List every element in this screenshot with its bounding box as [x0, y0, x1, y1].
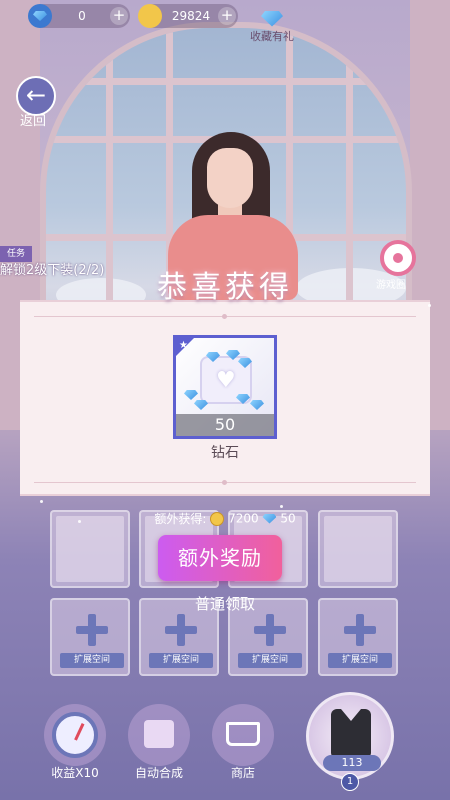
sparkle	[78, 520, 81, 523]
extra-coins: 7200	[228, 511, 259, 526]
auto-merge-button[interactable]	[128, 704, 190, 766]
extra-reward-button[interactable]: 额外奖励	[158, 535, 282, 581]
character-face	[207, 148, 253, 208]
item-name: 钻石	[211, 445, 239, 461]
coin-icon	[210, 511, 225, 526]
item-count: 50	[176, 414, 274, 436]
gauge-icon	[52, 712, 98, 758]
reward-item-card: ★ ♥ 50	[173, 335, 277, 439]
diamond-icon	[262, 513, 277, 524]
extra-rewards-line: 额外获得: 7200 50	[0, 510, 450, 527]
expand-space-label: 扩展空间	[328, 653, 392, 668]
expand-space-label: 扩展空间	[60, 653, 124, 668]
expand-space-label: 扩展空间	[238, 653, 302, 668]
crop-top-icon	[331, 709, 371, 757]
outfit-level-badge: 1	[341, 773, 359, 791]
star-icon: ★	[179, 340, 188, 351]
income-boost-button[interactable]	[44, 704, 106, 766]
extra-diamonds: 50	[280, 511, 296, 526]
diamond-counter: 0 +	[28, 4, 130, 28]
diamond-icon	[236, 394, 250, 404]
collect-label: 收藏有礼	[250, 30, 294, 43]
diamond-icon	[250, 400, 264, 410]
reward-title: 恭喜获得	[157, 270, 293, 305]
plus-icon	[76, 614, 108, 646]
income-boost-label: 收益X10	[51, 766, 99, 780]
diamond-value: 0	[78, 9, 86, 23]
sparkle	[280, 505, 283, 508]
window-frame	[46, 78, 406, 85]
coin-icon	[138, 4, 162, 28]
plus-icon	[254, 614, 286, 646]
add-diamonds-button[interactable]: +	[110, 7, 128, 25]
expand-space-label: 扩展空间	[149, 653, 213, 668]
normal-claim-button[interactable]: 普通领取	[0, 593, 450, 614]
coin-counter: 29824 +	[138, 4, 238, 28]
gem-pile-icon	[257, 6, 287, 28]
sparkle	[230, 560, 233, 563]
sparkle	[428, 304, 431, 307]
plus-icon	[344, 614, 376, 646]
outfit-generator-button[interactable]: 113	[306, 692, 394, 780]
coin-value: 29824	[171, 9, 211, 23]
add-coins-button[interactable]: +	[218, 7, 236, 25]
diamond-icon	[28, 4, 52, 28]
shop-button[interactable]	[212, 704, 274, 766]
collect-reward-button[interactable]: 收藏有礼	[240, 6, 304, 52]
auto-merge-label: 自动合成	[134, 766, 183, 780]
extra-label: 额外获得:	[154, 512, 207, 526]
shop-label: 商店	[230, 766, 255, 780]
diamond-icon	[194, 400, 208, 410]
divider-dot	[222, 314, 227, 319]
cart-icon	[226, 722, 260, 746]
heart-icon: ♥	[216, 368, 236, 393]
task-tag: 任务	[0, 246, 32, 262]
shirt-icon	[144, 720, 174, 748]
back-arrow-icon: ←	[25, 81, 47, 109]
divider-dot	[222, 480, 227, 485]
outfit-count: 113	[323, 755, 381, 771]
sparkle	[40, 500, 43, 503]
diamond-icon	[184, 390, 198, 400]
back-label: 返回	[20, 114, 47, 129]
plus-icon	[165, 614, 197, 646]
